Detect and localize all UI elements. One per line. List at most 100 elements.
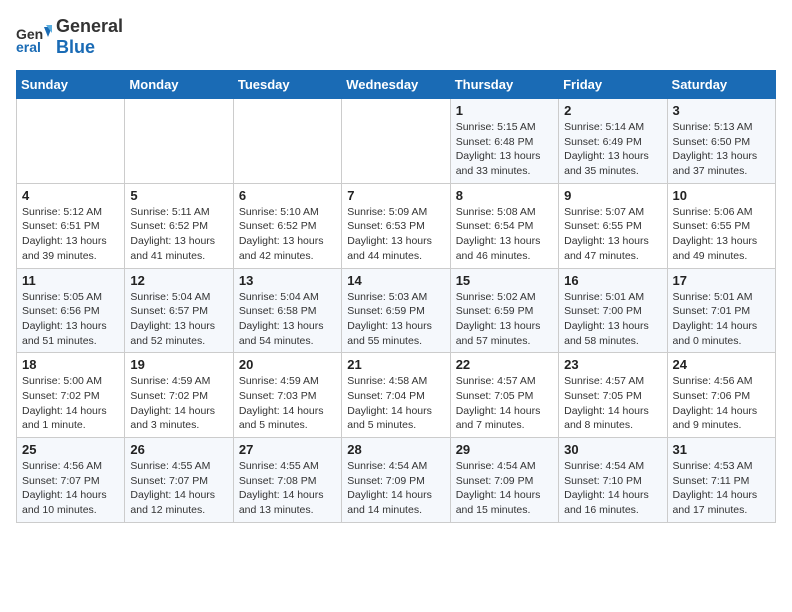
day-number: 16 [564,273,661,288]
calendar-cell: 11 Sunrise: 5:05 AM Sunset: 6:56 PM Dayli… [17,268,125,353]
day-number: 15 [456,273,553,288]
day-number: 1 [456,103,553,118]
day-info: Sunrise: 5:07 AM Sunset: 6:55 PM Dayligh… [564,205,661,264]
calendar-cell: 28 Sunrise: 4:54 AM Sunset: 7:09 PM Dayli… [342,438,450,523]
day-info: Sunrise: 4:54 AM Sunset: 7:09 PM Dayligh… [347,459,444,518]
calendar-cell: 17 Sunrise: 5:01 AM Sunset: 7:01 PM Dayli… [667,268,775,353]
day-info: Sunrise: 4:56 AM Sunset: 7:07 PM Dayligh… [22,459,119,518]
day-number: 22 [456,357,553,372]
day-number: 5 [130,188,227,203]
day-number: 23 [564,357,661,372]
day-number: 24 [673,357,770,372]
calendar-cell: 29 Sunrise: 4:54 AM Sunset: 7:09 PM Dayli… [450,438,558,523]
day-number: 17 [673,273,770,288]
day-header-sunday: Sunday [17,71,125,99]
day-info: Sunrise: 5:13 AM Sunset: 6:50 PM Dayligh… [673,120,770,179]
day-info: Sunrise: 5:10 AM Sunset: 6:52 PM Dayligh… [239,205,336,264]
day-info: Sunrise: 4:54 AM Sunset: 7:09 PM Dayligh… [456,459,553,518]
day-info: Sunrise: 5:01 AM Sunset: 7:01 PM Dayligh… [673,290,770,349]
calendar-cell [17,99,125,184]
day-number: 29 [456,442,553,457]
day-number: 2 [564,103,661,118]
day-number: 3 [673,103,770,118]
day-info: Sunrise: 5:00 AM Sunset: 7:02 PM Dayligh… [22,374,119,433]
calendar-cell: 19Sunrise: 4:59 AM Sunset: 7:02 PM Dayli… [125,353,233,438]
calendar-table: SundayMondayTuesdayWednesdayThursdayFrid… [16,70,776,523]
calendar-cell: 27 Sunrise: 4:55 AM Sunset: 7:08 PM Dayli… [233,438,341,523]
logo: Gen eral General Blue [16,16,123,58]
day-number: 6 [239,188,336,203]
calendar-cell: 8Sunrise: 5:08 AM Sunset: 6:54 PM Daylig… [450,183,558,268]
day-number: 30 [564,442,661,457]
calendar-body: 1Sunrise: 5:15 AM Sunset: 6:48 PM Daylig… [17,99,776,523]
day-info: Sunrise: 4:54 AM Sunset: 7:10 PM Dayligh… [564,459,661,518]
calendar-cell [342,99,450,184]
day-header-friday: Friday [559,71,667,99]
calendar-cell: 3 Sunrise: 5:13 AM Sunset: 6:50 PM Daylig… [667,99,775,184]
day-header-wednesday: Wednesday [342,71,450,99]
day-info: Sunrise: 5:04 AM Sunset: 6:57 PM Dayligh… [130,290,227,349]
day-info: Sunrise: 5:03 AM Sunset: 6:59 PM Dayligh… [347,290,444,349]
day-info: Sunrise: 5:05 AM Sunset: 6:56 PM Dayligh… [22,290,119,349]
day-info: Sunrise: 5:14 AM Sunset: 6:49 PM Dayligh… [564,120,661,179]
day-number: 31 [673,442,770,457]
calendar-cell: 7Sunrise: 5:09 AM Sunset: 6:53 PM Daylig… [342,183,450,268]
day-header-saturday: Saturday [667,71,775,99]
day-header-tuesday: Tuesday [233,71,341,99]
calendar-cell: 1Sunrise: 5:15 AM Sunset: 6:48 PM Daylig… [450,99,558,184]
day-number: 20 [239,357,336,372]
day-number: 10 [673,188,770,203]
day-info: Sunrise: 5:04 AM Sunset: 6:58 PM Dayligh… [239,290,336,349]
calendar-cell: 22 Sunrise: 4:57 AM Sunset: 7:05 PM Dayli… [450,353,558,438]
day-info: Sunrise: 4:59 AM Sunset: 7:03 PM Dayligh… [239,374,336,433]
calendar-cell: 18 Sunrise: 5:00 AM Sunset: 7:02 PM Dayli… [17,353,125,438]
calendar-cell [125,99,233,184]
day-number: 18 [22,357,119,372]
calendar-week-1: 1Sunrise: 5:15 AM Sunset: 6:48 PM Daylig… [17,99,776,184]
calendar-cell: 4Sunrise: 5:12 AM Sunset: 6:51 PM Daylig… [17,183,125,268]
day-header-monday: Monday [125,71,233,99]
day-number: 9 [564,188,661,203]
day-info: Sunrise: 4:56 AM Sunset: 7:06 PM Dayligh… [673,374,770,433]
calendar-cell: 21 Sunrise: 4:58 AM Sunset: 7:04 PM Dayli… [342,353,450,438]
day-number: 25 [22,442,119,457]
day-info: Sunrise: 4:58 AM Sunset: 7:04 PM Dayligh… [347,374,444,433]
calendar-week-2: 4Sunrise: 5:12 AM Sunset: 6:51 PM Daylig… [17,183,776,268]
day-number: 8 [456,188,553,203]
day-header-thursday: Thursday [450,71,558,99]
day-number: 27 [239,442,336,457]
day-number: 14 [347,273,444,288]
calendar-cell: 12 Sunrise: 5:04 AM Sunset: 6:57 PM Dayli… [125,268,233,353]
day-info: Sunrise: 4:57 AM Sunset: 7:05 PM Dayligh… [456,374,553,433]
page-header: Gen eral General Blue [16,16,776,58]
day-number: 11 [22,273,119,288]
calendar-cell: 15 Sunrise: 5:02 AM Sunset: 6:59 PM Dayli… [450,268,558,353]
day-number: 7 [347,188,444,203]
day-info: Sunrise: 5:11 AM Sunset: 6:52 PM Dayligh… [130,205,227,264]
day-info: Sunrise: 4:53 AM Sunset: 7:11 PM Dayligh… [673,459,770,518]
calendar-cell: 26Sunrise: 4:55 AM Sunset: 7:07 PM Dayli… [125,438,233,523]
day-number: 28 [347,442,444,457]
day-info: Sunrise: 5:01 AM Sunset: 7:00 PM Dayligh… [564,290,661,349]
calendar-cell: 20 Sunrise: 4:59 AM Sunset: 7:03 PM Dayli… [233,353,341,438]
day-info: Sunrise: 5:02 AM Sunset: 6:59 PM Dayligh… [456,290,553,349]
calendar-cell: 31 Sunrise: 4:53 AM Sunset: 7:11 PM Dayli… [667,438,775,523]
calendar-header-row: SundayMondayTuesdayWednesdayThursdayFrid… [17,71,776,99]
calendar-cell: 6 Sunrise: 5:10 AM Sunset: 6:52 PM Daylig… [233,183,341,268]
calendar-cell: 24 Sunrise: 4:56 AM Sunset: 7:06 PM Dayli… [667,353,775,438]
logo-general: General [56,16,123,37]
day-info: Sunrise: 4:55 AM Sunset: 7:08 PM Dayligh… [239,459,336,518]
day-number: 12 [130,273,227,288]
day-number: 21 [347,357,444,372]
day-info: Sunrise: 5:12 AM Sunset: 6:51 PM Dayligh… [22,205,119,264]
calendar-week-5: 25 Sunrise: 4:56 AM Sunset: 7:07 PM Dayli… [17,438,776,523]
logo-icon: Gen eral [16,19,52,55]
day-number: 19 [130,357,227,372]
day-number: 26 [130,442,227,457]
calendar-cell: 16 Sunrise: 5:01 AM Sunset: 7:00 PM Dayli… [559,268,667,353]
calendar-cell: 2 Sunrise: 5:14 AM Sunset: 6:49 PM Daylig… [559,99,667,184]
day-number: 13 [239,273,336,288]
calendar-cell: 5 Sunrise: 5:11 AM Sunset: 6:52 PM Daylig… [125,183,233,268]
calendar-week-4: 18 Sunrise: 5:00 AM Sunset: 7:02 PM Dayli… [17,353,776,438]
calendar-cell: 13 Sunrise: 5:04 AM Sunset: 6:58 PM Dayli… [233,268,341,353]
